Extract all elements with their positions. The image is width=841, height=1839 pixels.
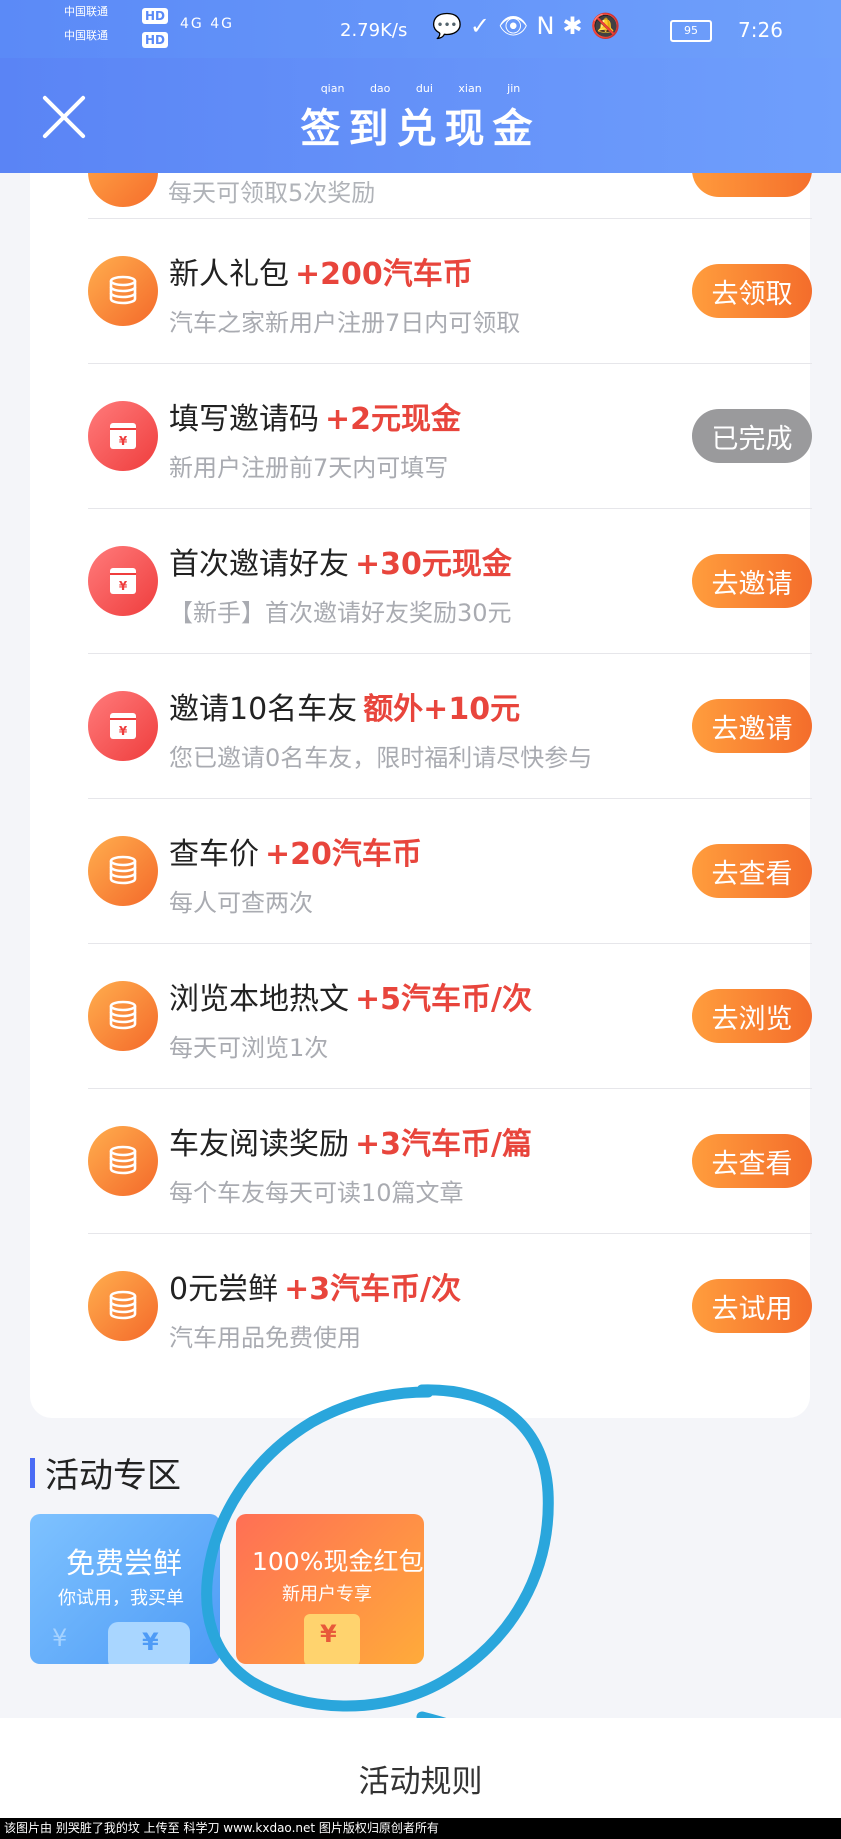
task-desc: 每天可领取5次奖励 — [168, 179, 376, 207]
task-desc: 每天可浏览1次 — [169, 1034, 329, 1062]
task-desc: 每个车友每天可读10篇文章 — [169, 1179, 464, 1207]
task-name: 首次邀请好友 — [169, 547, 349, 582]
svg-text:¥: ¥ — [119, 579, 128, 593]
svg-text:¥: ¥ — [119, 724, 128, 738]
task-name: 填写邀请码 — [169, 402, 319, 437]
task-title: 车友阅读奖励 +3汽车币/篇 — [169, 1119, 532, 1163]
coin-stack-icon — [88, 981, 158, 1051]
partial-task-row: 每天可领取5次奖励 — [88, 173, 812, 219]
status-icons: 💬✓👁N✱🔕 — [432, 12, 629, 40]
banner-subtitle: 你试用，我买单 — [58, 1588, 184, 1609]
banner-title: 免费尝鲜 — [66, 1546, 183, 1580]
network-speed: 2.79K/s — [340, 20, 408, 41]
task-action-button[interactable]: 去领取 — [692, 264, 812, 318]
task-list-card: 每天可领取5次奖励 新人礼包 +200汽车币汽车之家新用户注册7日内可领取 去领取 ¥… — [30, 173, 812, 1418]
task-row: 新人礼包 +200汽车币汽车之家新用户注册7日内可领取 去领取 — [88, 219, 812, 363]
task-title: 邀请10名车友 额外+10元 — [169, 684, 520, 728]
section-title: 活动专区 — [45, 1456, 181, 1496]
task-reward: 额外+10元 — [363, 692, 521, 727]
banner-subtitle: 新用户专享 — [282, 1584, 372, 1605]
task-action-button[interactable]: 去邀请 — [692, 554, 812, 608]
status-bar: 中国联通 中国联通 HD HD 4G 4G 2.79K/s 💬✓👁N✱🔕 95 … — [0, 0, 841, 58]
task-name: 0元尝鲜 — [169, 1272, 279, 1307]
task-row: ¥ 邀请10名车友 额外+10元您已邀请0名车友，限时福利请尽快参与 去邀请 — [88, 654, 812, 798]
task-button[interactable] — [692, 173, 812, 197]
task-reward: +30元现金 — [355, 547, 512, 582]
battery-icon: 95 — [670, 20, 712, 42]
coin-stack-icon — [88, 173, 158, 207]
free-trial-banner[interactable]: 免费尝鲜 你试用，我买单 ¥ ¥ — [30, 1514, 220, 1664]
coin-stack-icon — [88, 1126, 158, 1196]
task-title: 新人礼包 +200汽车币 — [169, 249, 473, 293]
task-desc: 新用户注册前7天内可填写 — [169, 454, 449, 482]
task-row: 查车价 +20汽车币每人可查两次 去查看 — [88, 799, 812, 943]
svg-text:¥: ¥ — [119, 434, 128, 448]
activity-rules-link[interactable]: 活动规则 — [0, 1756, 841, 1801]
task-action-button[interactable]: 去浏览 — [692, 989, 812, 1043]
task-desc: 汽车之家新用户注册7日内可领取 — [169, 309, 521, 337]
red-envelope-icon: ¥ — [88, 401, 158, 471]
banner-title: 100%现金红包 — [252, 1547, 424, 1576]
task-name: 查车价 — [169, 837, 259, 872]
task-action-button[interactable]: 去邀请 — [692, 699, 812, 753]
task-row: ¥ 填写邀请码 +2元现金新用户注册前7天内可填写 已完成 — [88, 364, 812, 508]
task-action-button[interactable]: 去查看 — [692, 1134, 812, 1188]
task-desc: 汽车用品免费使用 — [169, 1324, 361, 1352]
task-title: 首次邀请好友 +30元现金 — [169, 539, 512, 583]
task-action-button[interactable]: 去试用 — [692, 1279, 812, 1333]
task-row: 浏览本地热文 +5汽车币/次 每天可浏览1次 去浏览 — [88, 944, 812, 1088]
task-desc: 每人可查两次 — [169, 889, 313, 917]
task-name: 车友阅读奖励 — [169, 1127, 349, 1162]
task-title: 查车价 +20汽车币 — [169, 829, 422, 873]
task-row: 0元尝鲜 +3汽车币/次汽车用品免费使用 去试用 — [88, 1234, 812, 1378]
title-pinyin: qian dao dui xian jin — [320, 82, 521, 95]
page-title: 签到兑现金 — [300, 105, 541, 152]
task-name: 浏览本地热文 — [169, 982, 349, 1017]
task-title: 填写邀请码 +2元现金 — [169, 394, 461, 438]
task-name: 新人礼包 — [169, 257, 289, 292]
task-reward: +20汽车币 — [265, 837, 422, 872]
section-accent-bar — [30, 1458, 35, 1488]
task-reward: +3汽车币/篇 — [355, 1127, 532, 1162]
clock: 7:26 — [738, 18, 783, 42]
task-reward: +5汽车币/次 — [355, 982, 532, 1017]
task-reward: +200汽车币 — [295, 257, 473, 292]
completed-badge: 已完成 — [692, 409, 812, 463]
red-envelope-icon: ¥ — [88, 546, 158, 616]
red-envelope-icon: ¥ — [88, 691, 158, 761]
task-reward: +3汽车币/次 — [284, 1272, 462, 1307]
task-title: 浏览本地热文 +5汽车币/次 — [169, 974, 532, 1018]
task-row: 车友阅读奖励 +3汽车币/篇每个车友每天可读10篇文章 去查看 — [88, 1089, 812, 1233]
footer: 活动规则 — [0, 1718, 841, 1818]
cash-red-packet-banner[interactable]: 100%现金红包 新用户专享 ¥ — [236, 1514, 424, 1664]
task-reward: +2元现金 — [325, 402, 462, 437]
signal-icon: 4G 4G — [180, 16, 234, 32]
task-row: ¥ 首次邀请好友 +30元现金【新手】首次邀请好友奖励30元 去邀请 — [88, 509, 812, 653]
task-name: 邀请10名车友 — [169, 692, 358, 727]
yen-icon: ¥ — [142, 1628, 159, 1656]
coin-stack-icon — [88, 836, 158, 906]
task-title: 0元尝鲜 +3汽车币/次 — [169, 1264, 461, 1308]
carrier-label: 中国联通 中国联通 — [64, 5, 108, 42]
yen-icon: ¥ — [52, 1624, 68, 1652]
page-header: qian dao dui xian jin 签到兑现金 — [0, 58, 841, 173]
coin-stack-icon — [88, 256, 158, 326]
yen-icon: ¥ — [320, 1620, 337, 1648]
watermark-text: 该图片由 别哭脏了我的坟 上传至 科学刀 www.kxdao.net 图片版权归… — [0, 1818, 841, 1839]
task-action-button[interactable]: 去查看 — [692, 844, 812, 898]
task-desc: 【新手】首次邀请好友奖励30元 — [169, 599, 512, 627]
coin-stack-icon — [88, 1271, 158, 1341]
hd-badge: HD — [142, 8, 169, 24]
task-desc: 您已邀请0名车友，限时福利请尽快参与 — [169, 744, 593, 772]
hd-badge: HD — [142, 32, 169, 48]
